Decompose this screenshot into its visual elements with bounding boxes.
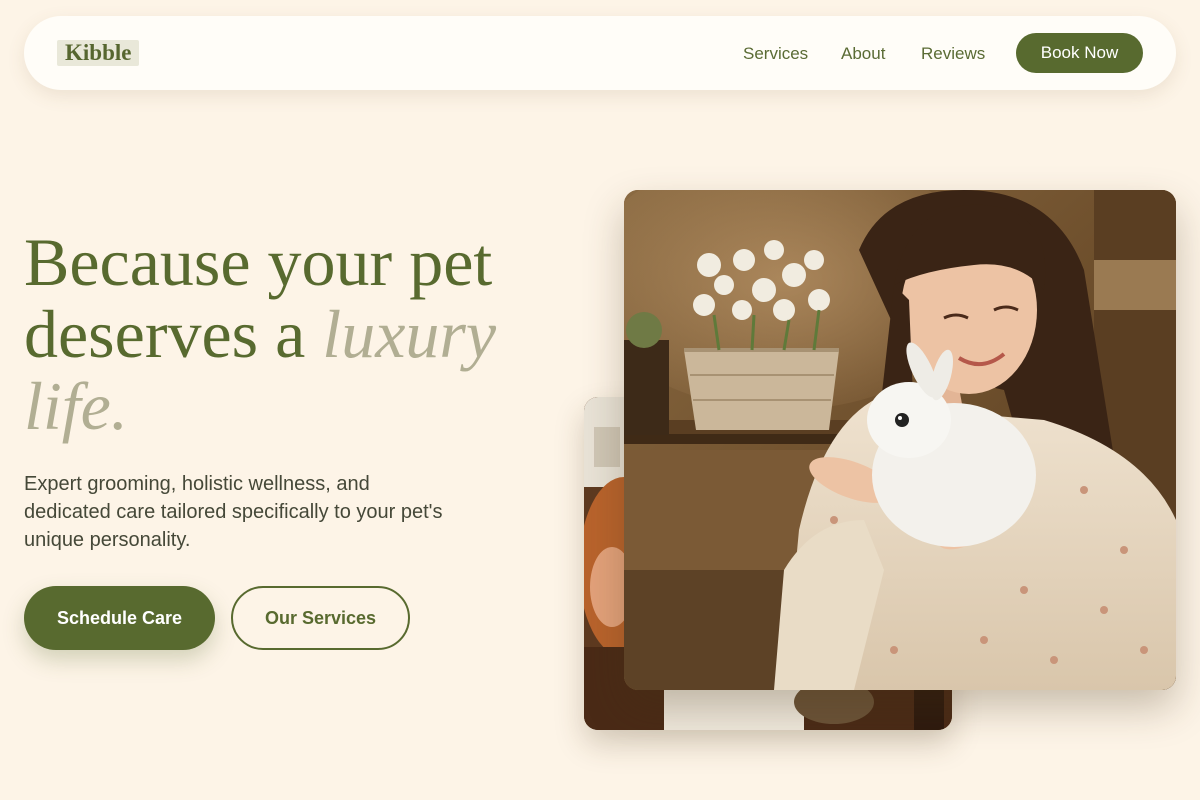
nav-link-reviews[interactable]: Reviews — [921, 44, 985, 64]
headline-accent-life: life. — [24, 368, 128, 444]
hero-description: Expert grooming, holistic wellness, and … — [24, 473, 443, 551]
hero-pet-photo — [624, 190, 1176, 690]
woman-holding-rabbit-illustration — [624, 190, 1176, 690]
brand-logo[interactable]: Kibble — [57, 40, 140, 66]
top-navbar: Kibble Services About Reviews Book Now — [24, 16, 1176, 90]
schedule-care-button[interactable]: Schedule Care — [24, 586, 215, 650]
nav-link-services[interactable]: Services — [743, 44, 808, 64]
book-now-button[interactable]: Book Now — [1016, 33, 1143, 73]
headline-accent-luxury: luxury — [322, 296, 497, 372]
headline-line-2: deserves a — [24, 296, 323, 372]
hero-headline: Because your pet deserves a luxury life. — [24, 226, 584, 442]
nav-link-about[interactable]: About — [841, 44, 885, 64]
headline-line-1: Because your pet — [24, 224, 493, 300]
our-services-button[interactable]: Our Services — [231, 586, 410, 650]
